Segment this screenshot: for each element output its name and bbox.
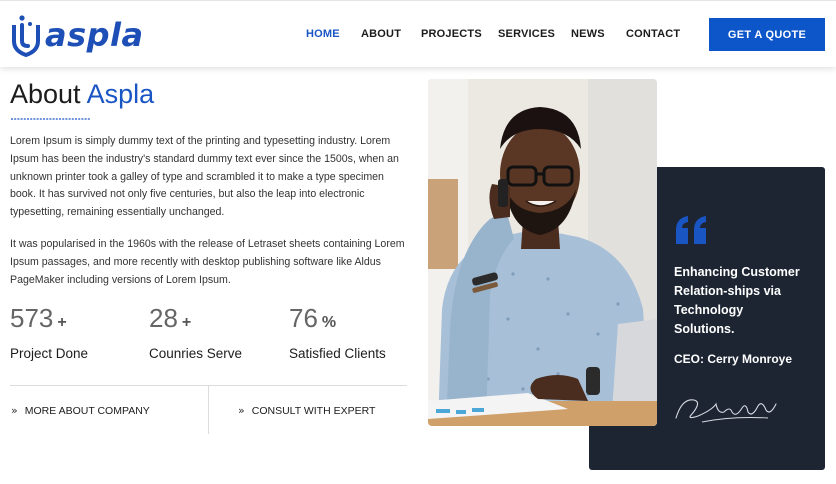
ceo-name: CEO: Cerry Monroye (674, 352, 793, 366)
stat-clients: 76% Satisfied Clients (289, 302, 386, 361)
stat-value: 28 (149, 303, 178, 333)
about-paragraph-2: It was popularised in the 1960s with the… (10, 238, 405, 286)
stat-projects: 573 + Project Done (10, 302, 88, 361)
stat-suffix: + (57, 314, 67, 331)
signature-image (675, 399, 777, 423)
brand-name: aspla (45, 16, 144, 54)
nav-contact[interactable]: CONTACT (626, 28, 680, 40)
logo[interactable]: aspla (10, 11, 144, 59)
nav-services[interactable]: SERVICES (498, 28, 555, 40)
stat-suffix: + (181, 314, 192, 331)
nav-about[interactable]: ABOUT (361, 28, 401, 40)
card-quote-text: Enhancing Customer Relation-ships via Te… (674, 265, 800, 336)
stat-value: 76 (289, 303, 318, 333)
more-about-company-link[interactable]: » MORE ABOUT COMPANY (11, 404, 150, 417)
title-underline (11, 118, 90, 120)
page-title: About Aspla (10, 79, 154, 110)
man-on-phone-illustration (428, 79, 657, 426)
stat-label: Satisfied Clients (289, 346, 386, 361)
stat-suffix: % (321, 314, 337, 331)
link-label: CONSULT WITH EXPERT (251, 404, 376, 417)
consult-with-expert-link[interactable]: » CONSULT WITH EXPERT (238, 404, 375, 417)
shield-logo-icon (12, 15, 40, 57)
stat-label: Project Done (10, 346, 89, 361)
double-chevron-right-icon: » (238, 404, 245, 417)
title-prefix: About (10, 79, 87, 109)
title-accent: Aspla (86, 79, 155, 109)
nav-home[interactable]: HOME (306, 28, 340, 40)
nav-projects[interactable]: PROJECTS (421, 28, 482, 40)
about-paragraph-1: Lorem Ipsum is simply dummy text of the … (10, 135, 399, 219)
site-header: aspla HOME ABOUT PROJECTS SERVICES NEWS … (0, 0, 836, 67)
stat-countries: 28 + Counries Serve (149, 302, 242, 361)
stat-label: Counries Serve (149, 346, 243, 361)
divider (208, 386, 209, 434)
link-label: MORE ABOUT COMPANY (24, 404, 150, 417)
team-member-photo (428, 79, 657, 426)
double-chevron-right-icon: » (11, 404, 18, 417)
quote-icon (676, 216, 706, 244)
nav-news[interactable]: NEWS (571, 28, 605, 40)
stat-value: 573 (10, 303, 54, 333)
get-a-quote-button[interactable]: GET A QUOTE (709, 18, 825, 51)
